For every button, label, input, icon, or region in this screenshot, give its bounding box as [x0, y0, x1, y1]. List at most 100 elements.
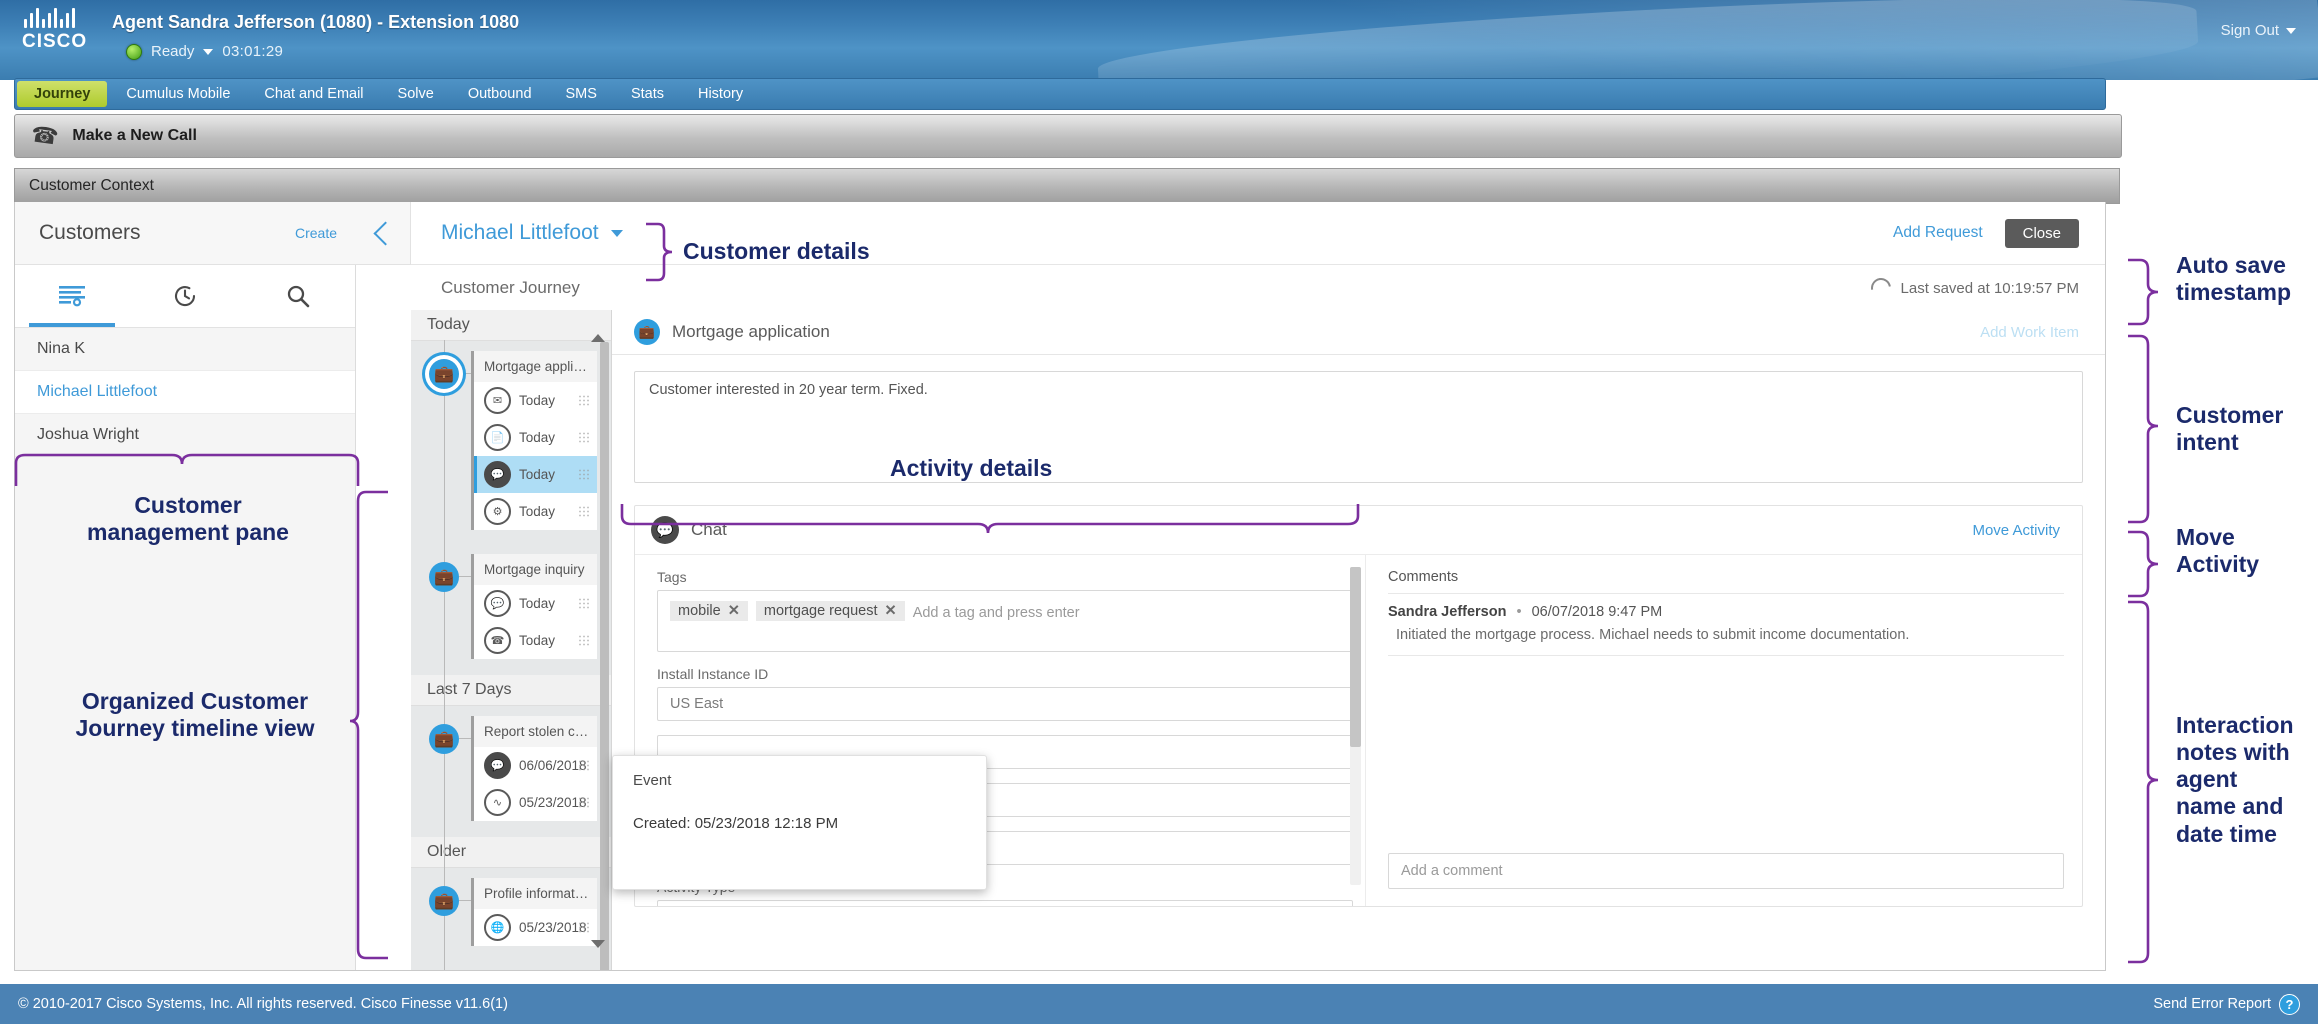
timeline-case-report-stolen-card[interactable]: 💼 Report stolen card 💬 06/06/2018 ∿ [411, 716, 611, 821]
tag-chip-mortgage-request[interactable]: mortgage request ✕ [756, 601, 905, 621]
timeline-case-profile-information[interactable]: 💼 Profile information ... 🌐 05/23/2018 [411, 878, 611, 946]
annotation-auto-save-timestamp: Auto save timestamp [2176, 252, 2291, 306]
customer-list-item-joshua-wright[interactable]: Joshua Wright [15, 414, 355, 457]
timeline-case-title: Profile information ... [474, 878, 597, 909]
drag-handle-icon[interactable] [578, 921, 589, 934]
remove-tag-icon[interactable]: ✕ [885, 603, 897, 619]
customer-list-item-nina-k[interactable]: Nina K [15, 328, 355, 371]
timeline-case-mortgage-application[interactable]: 💼 Mortgage application ✉ Today 📄 [411, 351, 611, 530]
drag-handle-icon[interactable] [578, 634, 589, 647]
make-new-call-bar[interactable]: ☎ Make a New Call [14, 114, 2122, 158]
add-request-button[interactable]: Add Request [1893, 224, 1983, 242]
event-icon: ∿ [484, 789, 511, 816]
customers-tab-search[interactable] [242, 265, 355, 327]
tab-solve[interactable]: Solve [381, 79, 451, 109]
annotation-interaction-notes: Interaction notes with agent name and da… [2176, 712, 2294, 848]
customer-context-header: Customer Context [14, 168, 2120, 204]
app-banner: CISCO Agent Sandra Jefferson (1080) - Ex… [0, 0, 2318, 80]
timeline-activity-row[interactable]: 💬 06/06/2018 [474, 747, 597, 784]
cisco-logo-wordmark: CISCO [22, 32, 108, 52]
timeline-activity-row[interactable]: ∿ 05/23/2018 [474, 784, 597, 821]
tag-label: mobile [678, 603, 721, 619]
customers-tab-list[interactable] [15, 265, 128, 327]
timeline-activity-row[interactable]: ⚙ Today [474, 493, 597, 530]
customers-header: Customers Create [15, 202, 355, 265]
tab-chat-and-email[interactable]: Chat and Email [247, 79, 380, 109]
timeline-case-card: Mortgage application ✉ Today 📄 Today [471, 351, 597, 530]
timeline-scroll-down-button[interactable] [591, 948, 607, 964]
event-tooltip: Event Created: 05/23/2018 12:18 PM [612, 755, 987, 890]
timeline-case-mortgage-inquiry[interactable]: 💼 Mortgage inquiry 💬 Today ☎ Tod [411, 554, 611, 659]
chevron-down-icon[interactable] [203, 49, 213, 55]
tab-outbound[interactable]: Outbound [451, 79, 549, 109]
tab-stats[interactable]: Stats [614, 79, 681, 109]
field-group-install-instance-id: Install Instance ID US East [657, 666, 1353, 721]
tab-cumulus-mobile[interactable]: Cumulus Mobile [109, 79, 247, 109]
close-button[interactable]: Close [2005, 219, 2079, 248]
footer-copyright: © 2010-2017 Cisco Systems, Inc. All righ… [18, 996, 508, 1012]
timeline-activity-date: Today [519, 467, 555, 482]
main-tab-strip: Journey Cumulus Mobile Chat and Email So… [14, 78, 2106, 110]
case-detail-header: 💼 Mortgage application Add Work Item [612, 310, 2105, 355]
tab-sms[interactable]: SMS [549, 79, 614, 109]
remove-tag-icon[interactable]: ✕ [728, 603, 740, 619]
activity-fields-scrollbar[interactable] [1350, 567, 1361, 885]
collapse-customers-pane-button[interactable] [355, 202, 411, 265]
activity-fields-scrollbar-thumb[interactable] [1350, 567, 1361, 747]
help-icon[interactable]: ? [2279, 994, 2300, 1015]
timeline-activity-date: 05/23/2018 [519, 795, 587, 810]
create-customer-link[interactable]: Create [295, 225, 337, 241]
drag-handle-icon[interactable] [578, 394, 589, 407]
comment-text: Initiated the mortgage process. Michael … [1388, 627, 2064, 643]
timeline-activity-row[interactable]: ☎ Today [474, 622, 597, 659]
comments-title: Comments [1388, 569, 2064, 594]
state-timer: 03:01:29 [222, 43, 283, 60]
tags-input[interactable]: mobile ✕ mortgage request ✕ Add a tag an… [657, 590, 1353, 652]
timeline-activity-row-selected[interactable]: 💬 Today [474, 456, 597, 493]
annotation-customer-details: Customer details [683, 238, 870, 265]
drag-handle-icon[interactable] [578, 759, 589, 772]
sign-out-button[interactable]: Sign Out [2221, 22, 2296, 39]
customers-tab-recent[interactable] [128, 265, 241, 327]
timeline-activity-row[interactable]: ✉ Today [474, 382, 597, 419]
drag-handle-icon[interactable] [578, 505, 589, 518]
customer-list-item-michael-littlefoot[interactable]: Michael Littlefoot [15, 371, 355, 414]
add-work-item-button[interactable]: Add Work Item [1980, 324, 2079, 341]
timeline-case-card: Profile information ... 🌐 05/23/2018 [471, 878, 597, 946]
drag-handle-icon[interactable] [578, 597, 589, 610]
drag-handle-icon[interactable] [578, 796, 589, 809]
drag-handle-icon[interactable] [578, 431, 589, 444]
timeline-scroll-up-button[interactable] [591, 317, 607, 333]
make-new-call-label: Make a New Call [72, 127, 197, 145]
case-notes-field[interactable]: Customer interested in 20 year term. Fix… [634, 371, 2083, 483]
timeline-connector [459, 900, 471, 901]
journey-timeline[interactable]: Today 💼 Mortgage application ✉ Today [411, 310, 612, 970]
timeline-scrollbar[interactable] [600, 342, 609, 970]
activity-type-input[interactable]: chat [657, 900, 1353, 907]
annotation-organized-journey: Organized Customer Journey timeline view [60, 688, 330, 742]
phone-icon: ☎ [484, 627, 511, 654]
agent-title: Agent Sandra Jefferson (1080) - Extensio… [112, 12, 519, 33]
sign-out-label: Sign Out [2221, 22, 2279, 39]
timeline-activity-row[interactable]: 💬 Today [474, 585, 597, 622]
customer-details-dropdown[interactable]: Michael Littlefoot [441, 221, 623, 245]
case-detail-title: Mortgage application [672, 322, 830, 342]
move-activity-button[interactable]: Move Activity [1972, 522, 2060, 539]
timeline-activity-row[interactable]: 🌐 05/23/2018 [474, 909, 597, 946]
install-instance-id-input[interactable]: US East [657, 687, 1353, 721]
timeline-case-title: Mortgage inquiry [474, 554, 597, 585]
annotation-activity-details: Activity details [890, 455, 1052, 482]
tab-history[interactable]: History [681, 79, 760, 109]
timeline-case-title: Mortgage application [474, 351, 597, 382]
tags-label: Tags [657, 569, 1353, 585]
add-comment-input[interactable]: Add a comment [1388, 853, 2064, 889]
send-error-report-button[interactable]: Send Error Report ? [2153, 994, 2300, 1015]
chevron-left-icon [373, 221, 397, 245]
agent-state-row[interactable]: Ready 03:01:29 [126, 43, 283, 60]
tooltip-title: Event [633, 772, 966, 789]
tab-journey[interactable]: Journey [17, 81, 107, 107]
drag-handle-icon[interactable] [578, 468, 589, 481]
tag-chip-mobile[interactable]: mobile ✕ [670, 601, 748, 621]
timeline-activity-row[interactable]: 📄 Today [474, 419, 597, 456]
case-briefcase-icon: 💼 [429, 724, 459, 754]
